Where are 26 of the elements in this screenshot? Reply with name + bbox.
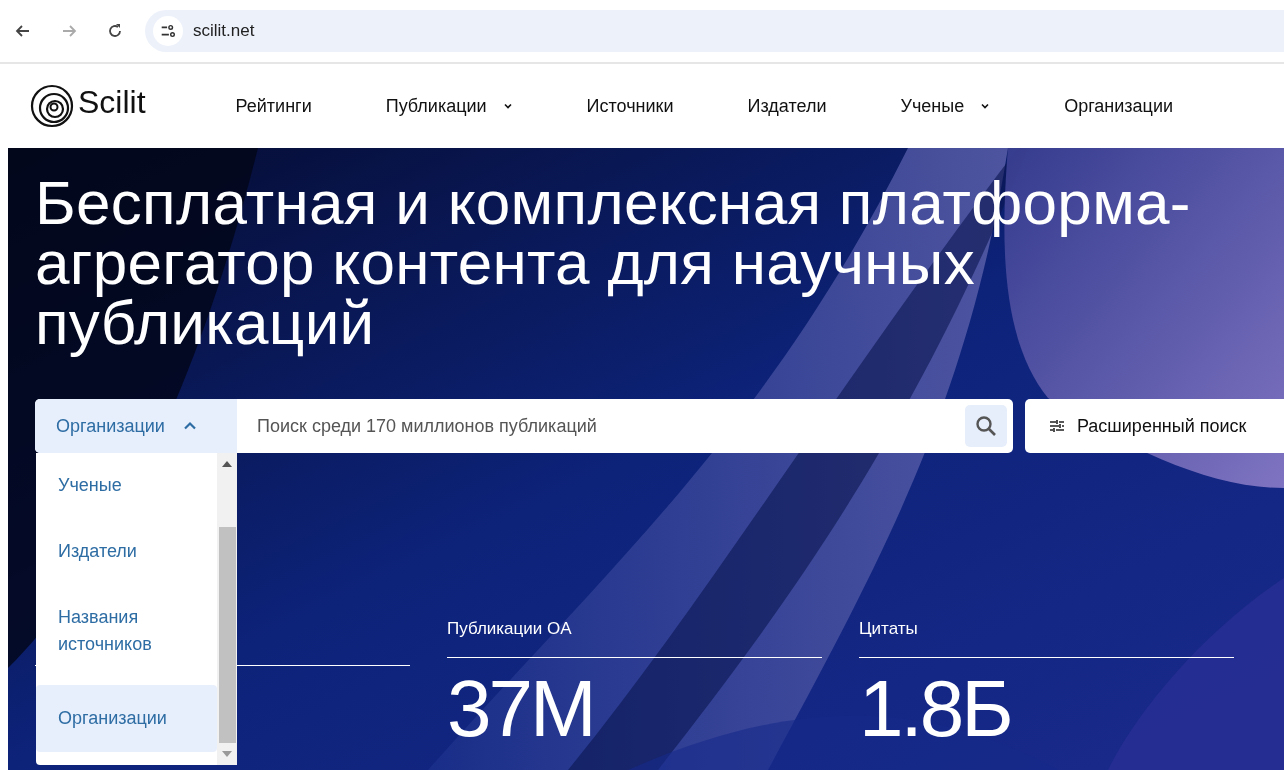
stat-label: Публикации OA: [447, 619, 573, 640]
scrollbar[interactable]: [217, 453, 237, 765]
search-scope-dropdown[interactable]: Организации: [35, 399, 237, 453]
nav-link[interactable]: Источники: [586, 95, 674, 117]
logo-text[interactable]: Scilit: [78, 83, 146, 121]
search-icon: [973, 414, 998, 438]
nav-link[interactable]: Рейтинги: [235, 95, 312, 117]
address-bar[interactable]: scilit.net: [145, 10, 1284, 52]
scroll-up-icon[interactable]: [222, 461, 232, 467]
search-field[interactable]: Организации Поиск среди 170 миллионов публикаций: [35, 399, 1013, 453]
search-button[interactable]: [964, 405, 1007, 447]
nav-link[interactable]: Организации: [1064, 95, 1174, 117]
stat-value: 37M: [447, 664, 595, 754]
stat-value: 1.8Б: [859, 664, 1012, 754]
dropdown-option[interactable]: Организации: [36, 684, 217, 752]
dropdown-option[interactable]: Издатели: [36, 526, 217, 578]
site-settings-icon[interactable]: [153, 16, 183, 46]
nav-link[interactable]: Публикации: [385, 95, 513, 117]
nav-link[interactable]: Ученые: [900, 95, 991, 117]
dropdown-option[interactable]: Названия источников: [36, 591, 217, 670]
stat-label: Цитаты: [859, 619, 919, 640]
advanced-search-button[interactable]: Расширенный поиск: [1024, 399, 1284, 453]
nav-link[interactable]: Издатели: [747, 95, 827, 117]
dropdown-option[interactable]: Ученые: [36, 460, 217, 512]
sliders-icon: [1048, 418, 1065, 434]
logo-icon[interactable]: [30, 84, 74, 128]
